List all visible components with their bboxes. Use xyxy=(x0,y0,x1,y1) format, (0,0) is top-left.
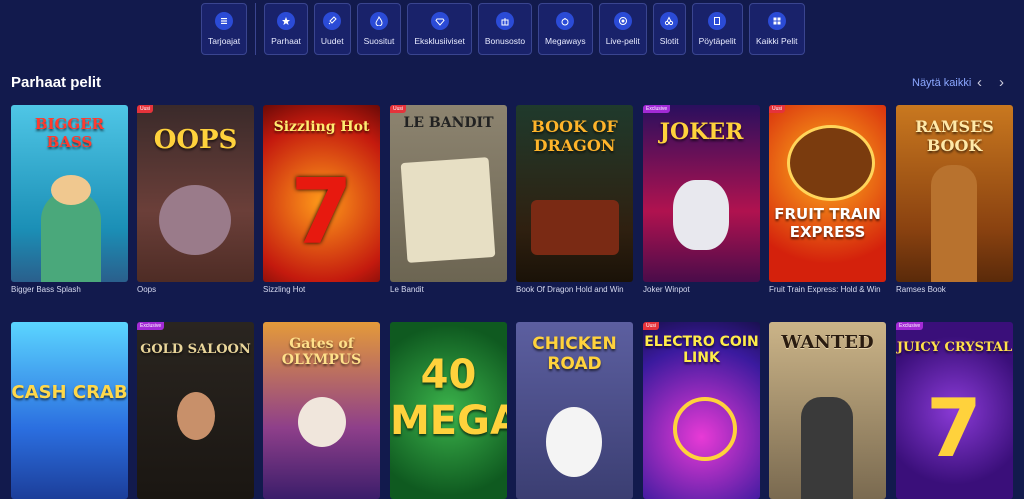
game-art-title: JUICY CRYSTAL xyxy=(896,340,1013,355)
game-art-title: CASH CRAB xyxy=(11,382,128,403)
category-megaways[interactable]: Megaways xyxy=(538,3,593,55)
category-label: Tarjoajat xyxy=(208,36,241,46)
game-art-title: RAMSES BOOK xyxy=(915,117,994,155)
game-tile[interactable]: CHICKEN ROAD xyxy=(516,322,633,499)
game-art-title: CHICKEN ROAD xyxy=(532,334,617,374)
exclusive-badge: Exclusive xyxy=(643,105,671,113)
diamond-icon xyxy=(430,12,449,30)
cherries-icon xyxy=(660,12,679,30)
game-name: Fruit Train Express: Hold & Win xyxy=(769,285,881,294)
game-tile[interactable]: RAMSES BOOK Ramses Book xyxy=(896,105,1013,294)
category-bonusosto[interactable]: Bonusosto xyxy=(477,3,533,55)
exclusive-badge: Exclusive xyxy=(896,322,924,330)
game-art-title: Gates of OLYMPUS xyxy=(281,336,362,368)
category-eksklusiiviset[interactable]: Eksklusiiviset xyxy=(407,3,472,55)
category-parhaat[interactable]: Parhaat xyxy=(264,3,308,55)
game-art-title: 40 MEGA xyxy=(390,352,507,444)
game-name: Book Of Dragon Hold and Win xyxy=(516,285,624,294)
game-art-title: LE BANDIT xyxy=(403,115,494,131)
game-art-title: OOPS xyxy=(153,125,238,155)
category-label: Slotit xyxy=(659,36,679,46)
category-uudet[interactable]: Uudet xyxy=(313,3,351,55)
game-tile[interactable]: Uusi ELECTRO COIN LINK xyxy=(643,322,760,499)
flame-icon xyxy=(369,12,388,30)
star-icon xyxy=(277,12,296,30)
game-art-title: ELECTRO COIN LINK xyxy=(644,334,759,366)
chevron-left-icon[interactable]: ‹ xyxy=(977,74,982,91)
game-art-title: JOKER xyxy=(659,119,744,145)
game-name: Sizzling Hot xyxy=(263,285,306,294)
game-tile[interactable]: Exclusive JOKER Joker Winpot xyxy=(643,105,760,294)
category-tarjoajat[interactable]: Tarjoajat xyxy=(201,3,248,55)
category-label: Parhaat xyxy=(271,36,301,46)
game-tile[interactable]: Gates of OLYMPUS xyxy=(263,322,380,499)
game-art-title: BOOK OF DRAGON xyxy=(531,117,618,155)
game-tile[interactable]: CASH CRAB xyxy=(11,322,128,499)
game-art-title: WANTED xyxy=(781,332,874,353)
new-badge: Uusi xyxy=(390,105,407,113)
game-tile[interactable]: Uusi FRUIT TRAIN EXPRESS Fruit Train Exp… xyxy=(769,105,886,294)
category-label: Pöytäpelit xyxy=(698,36,736,46)
game-tile[interactable]: Uusi LE BANDIT Le Bandit xyxy=(390,105,507,294)
game-name: Oops xyxy=(137,285,157,294)
list-icon xyxy=(215,12,234,30)
category-poytapelit[interactable]: Pöytäpelit xyxy=(691,3,743,55)
category-bar: Tarjoajat Parhaat Uudet Suositut Eksklus… xyxy=(201,3,805,55)
chevron-right-icon[interactable]: › xyxy=(999,74,1004,91)
category-label: Megaways xyxy=(545,36,586,46)
divider xyxy=(255,3,257,55)
game-name: Bigger Bass Splash xyxy=(11,285,81,294)
cards-icon xyxy=(708,12,727,30)
category-label: Uudet xyxy=(320,36,344,46)
game-tile[interactable]: WANTED xyxy=(769,322,886,499)
game-art-title: BIGGER BASS xyxy=(34,115,105,151)
game-name: Le Bandit xyxy=(390,285,424,294)
category-slotit[interactable]: Slotit xyxy=(652,3,686,55)
game-tile[interactable]: Exclusive JUICY CRYSTAL 7 xyxy=(896,322,1013,499)
new-badge: Uusi xyxy=(643,322,660,330)
game-tile[interactable]: Sizzling Hot 7 Sizzling Hot xyxy=(263,105,380,294)
category-label: Bonusosto xyxy=(484,36,526,46)
game-art-title: Sizzling Hot xyxy=(273,119,370,135)
category-kaikki-pelit[interactable]: Kaikki Pelit xyxy=(748,3,805,55)
category-suositut[interactable]: Suositut xyxy=(356,3,402,55)
rocket-icon xyxy=(323,12,342,30)
game-art-title: FRUIT TRAIN EXPRESS xyxy=(774,205,881,241)
game-tile[interactable]: Exclusive GOLD SALOON xyxy=(137,322,254,499)
category-label: Kaikki Pelit xyxy=(755,36,798,46)
category-live-pelit[interactable]: Live-pelit xyxy=(598,3,647,55)
game-name: Ramses Book xyxy=(896,285,946,294)
category-label: Eksklusiiviset xyxy=(414,36,465,46)
game-tile[interactable]: BIGGER BASS Bigger Bass Splash xyxy=(11,105,128,294)
category-label: Live-pelit xyxy=(605,36,640,46)
new-badge: Uusi xyxy=(769,105,786,113)
game-name: Joker Winpot xyxy=(643,285,690,294)
section-title: Parhaat pelit xyxy=(11,74,102,91)
gift-icon xyxy=(495,12,514,30)
game-tile[interactable]: Uusi OOPS Oops xyxy=(137,105,254,294)
game-tile[interactable]: 40 MEGA xyxy=(390,322,507,499)
grid-icon xyxy=(767,12,786,30)
category-label: Suositut xyxy=(363,36,395,46)
money-bag-icon xyxy=(556,12,575,30)
show-all-link[interactable]: Näytä kaikki xyxy=(912,77,971,89)
game-art-title: GOLD SALOON xyxy=(140,342,251,357)
game-tile[interactable]: BOOK OF DRAGON Book Of Dragon Hold and W… xyxy=(516,105,633,294)
exclusive-badge: Exclusive xyxy=(137,322,165,330)
live-icon xyxy=(613,12,632,30)
new-badge: Uusi xyxy=(137,105,154,113)
